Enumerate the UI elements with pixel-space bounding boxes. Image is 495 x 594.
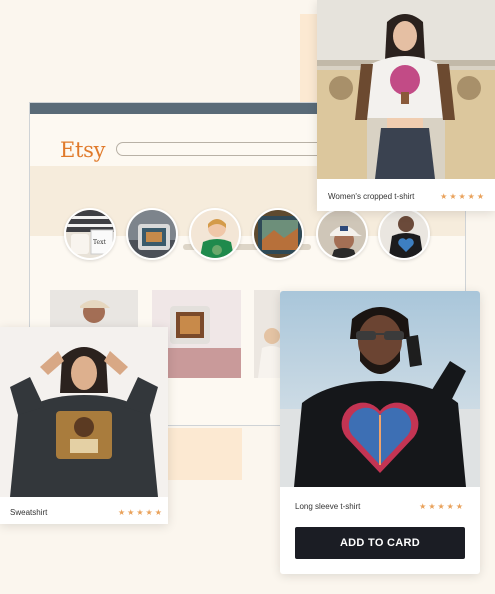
sweatshirt-title[interactable]: Sweatshirt	[10, 508, 47, 517]
decorative-block-bottom	[160, 428, 242, 480]
category-circle-hats[interactable]	[316, 208, 368, 260]
svg-text:Text: Text	[93, 239, 106, 246]
product-photo	[317, 0, 495, 179]
product-title[interactable]: Women's cropped t-shirt	[328, 192, 414, 201]
product-title[interactable]: Long sleeve t-shirt	[295, 502, 360, 511]
category-circle-mug[interactable]: Text	[64, 208, 116, 260]
category-circle-tshirts[interactable]	[378, 208, 430, 260]
product-card-cropped-tshirt[interactable]: Women's cropped t-shirt ★★★★★	[317, 0, 495, 211]
category-circle-art[interactable]	[252, 208, 304, 260]
product-photo	[280, 291, 480, 487]
product-photo	[0, 327, 168, 497]
product-tile-partial[interactable]	[254, 290, 280, 378]
sweatshirt-rating-stars: ★★★★★	[118, 508, 164, 517]
product-card-sweatshirt[interactable]	[0, 327, 168, 524]
rating-stars: ★★★★★	[440, 192, 486, 201]
rating-stars: ★★★★★	[419, 502, 465, 511]
category-circle-kids[interactable]	[189, 208, 241, 260]
category-circle-pillow[interactable]	[126, 208, 178, 260]
etsy-logo[interactable]: Etsy	[60, 138, 106, 162]
add-to-card-button[interactable]: ADD TO CARD	[295, 527, 465, 559]
product-card-long-sleeve[interactable]: Long sleeve t-shirt ★★★★★ ADD TO CARD	[280, 291, 480, 574]
